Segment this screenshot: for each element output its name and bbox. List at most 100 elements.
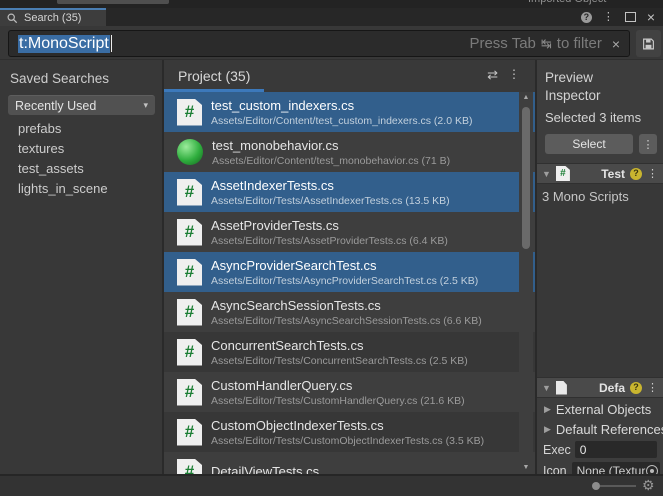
help-icon[interactable]: ? bbox=[581, 12, 592, 23]
saved-searches-sort-dropdown[interactable]: Recently Used ▾ bbox=[8, 95, 155, 115]
background-window-fragment bbox=[57, 0, 169, 4]
item-size-slider-handle[interactable] bbox=[592, 482, 600, 490]
script-icon: # bbox=[177, 179, 202, 206]
test-component-header[interactable]: ▼ # Test ? ⋮ bbox=[537, 163, 663, 184]
status-bar: ⚙ bbox=[0, 474, 663, 496]
results-scrollbar[interactable]: ▲ ▼ bbox=[519, 92, 533, 474]
default-references-header[interactable]: ▼ Defa ? ⋮ bbox=[537, 377, 663, 398]
search-icon bbox=[7, 13, 18, 24]
foldout-open-icon[interactable]: ▼ bbox=[542, 169, 551, 179]
saved-searches-title: Saved Searches bbox=[10, 71, 109, 86]
execution-order-row: Exec 0 bbox=[543, 441, 657, 458]
result-text: CustomHandlerQuery.cs Assets/Editor/Test… bbox=[211, 378, 465, 407]
result-row[interactable]: # AsyncProviderSearchTest.cs Assets/Edit… bbox=[164, 252, 535, 292]
result-name: test_custom_indexers.cs bbox=[211, 98, 472, 113]
result-name: CustomObjectIndexerTests.cs bbox=[211, 418, 484, 433]
window-menu-icon[interactable]: ⋮ bbox=[603, 12, 614, 23]
result-row[interactable]: # AsyncSearchSessionTests.cs Assets/Edit… bbox=[164, 292, 535, 332]
inspector-label: Inspector bbox=[545, 88, 601, 103]
save-search-button[interactable] bbox=[636, 30, 661, 57]
results-header[interactable]: Project (35) bbox=[178, 68, 250, 84]
foldout-label: External Objects bbox=[556, 402, 651, 417]
results-menu-icon[interactable]: ⋮ bbox=[508, 67, 520, 81]
result-name: test_monobehavior.cs bbox=[212, 138, 450, 153]
result-text: test_custom_indexers.cs Assets/Editor/Co… bbox=[211, 98, 472, 127]
test-header-title: Test bbox=[601, 167, 625, 181]
script-icon: # bbox=[177, 299, 202, 326]
select-row: Select ⋮ bbox=[545, 134, 657, 154]
result-path: Assets/Editor/Tests/CustomHandlerQuery.c… bbox=[211, 395, 465, 407]
clear-search-icon[interactable]: × bbox=[612, 37, 620, 51]
result-path: Assets/Editor/Tests/AssetProviderTests.c… bbox=[211, 235, 448, 247]
script-icon: # bbox=[177, 419, 202, 446]
mono-scripts-count: 3 Mono Scripts bbox=[542, 189, 629, 204]
saved-search-item[interactable]: prefabs bbox=[18, 121, 61, 136]
select-menu-icon[interactable]: ⋮ bbox=[639, 134, 657, 154]
result-name: ConcurrentSearchTests.cs bbox=[211, 338, 468, 353]
csharp-script-icon: # bbox=[556, 166, 570, 181]
item-size-slider-track[interactable] bbox=[600, 485, 636, 487]
help-badge-icon[interactable]: ? bbox=[630, 168, 642, 180]
result-path: Assets/Editor/Tests/AsyncSearchSessionTe… bbox=[211, 315, 482, 327]
help-badge-icon[interactable]: ? bbox=[630, 382, 642, 394]
select-button[interactable]: Select bbox=[545, 134, 633, 154]
default-references-foldout[interactable]: ▶ Default References bbox=[544, 422, 663, 437]
default-header-title: Defa bbox=[599, 381, 625, 395]
result-text: test_monobehavior.cs Assets/Editor/Conte… bbox=[212, 138, 450, 167]
refresh-icon[interactable]: ⇄ bbox=[487, 67, 498, 83]
save-icon bbox=[642, 37, 655, 51]
exec-order-field[interactable]: 0 bbox=[575, 441, 657, 458]
result-name: DetailViewTests.cs bbox=[211, 464, 319, 475]
result-name: AssetProviderTests.cs bbox=[211, 218, 448, 233]
close-icon[interactable]: × bbox=[647, 10, 655, 24]
preview-inspector-panel: Preview Inspector Selected 3 items Selec… bbox=[537, 60, 663, 474]
exec-label: Exec bbox=[543, 443, 571, 457]
result-path: Assets/Editor/Tests/AsyncProviderSearchT… bbox=[211, 275, 478, 287]
script-icon: # bbox=[177, 339, 202, 366]
search-toolbar: t:MonoScript Press Tab ↹ to filter × bbox=[0, 26, 663, 60]
test-component-body: 3 Mono Scripts bbox=[537, 184, 663, 377]
maximize-icon[interactable] bbox=[625, 12, 636, 22]
saved-search-item[interactable]: lights_in_scene bbox=[18, 181, 108, 196]
result-row[interactable]: # CustomHandlerQuery.cs Assets/Editor/Te… bbox=[164, 372, 535, 412]
tab-search[interactable]: Search (35) bbox=[0, 8, 106, 26]
search-hint-suffix: to filter bbox=[557, 35, 602, 52]
result-row[interactable]: # AssetIndexerTests.cs Assets/Editor/Tes… bbox=[164, 172, 535, 212]
external-objects-foldout[interactable]: ▶ External Objects bbox=[544, 402, 651, 417]
scrollbar-thumb[interactable] bbox=[522, 107, 530, 249]
window-tab-bar: Search (35) ? ⋮ × bbox=[0, 8, 663, 26]
result-row[interactable]: test_monobehavior.cs Assets/Editor/Conte… bbox=[164, 132, 535, 172]
tab-search-label: Search (35) bbox=[24, 12, 81, 24]
result-path: Assets/Editor/Content/test_custom_indexe… bbox=[211, 115, 472, 127]
gear-icon[interactable]: ⚙ bbox=[642, 477, 655, 494]
script-icon: # bbox=[177, 459, 202, 475]
saved-search-item[interactable]: test_assets bbox=[18, 161, 84, 176]
script-icon: # bbox=[177, 99, 202, 126]
result-row[interactable]: # CustomObjectIndexerTests.cs Assets/Edi… bbox=[164, 412, 535, 452]
result-name: AssetIndexerTests.cs bbox=[211, 178, 450, 193]
document-icon bbox=[556, 381, 567, 395]
component-menu-icon[interactable]: ⋮ bbox=[647, 167, 658, 180]
result-row[interactable]: # ConcurrentSearchTests.cs Assets/Editor… bbox=[164, 332, 535, 372]
selected-items-text: Selected 3 items bbox=[545, 110, 641, 125]
results-panel: Project (35) ⇄ ⋮ # test_custom_indexers.… bbox=[164, 60, 535, 474]
component-menu-icon[interactable]: ⋮ bbox=[647, 381, 658, 394]
preview-label: Preview bbox=[545, 70, 593, 85]
unity-search-window: Imported Object Search (35) ? ⋮ × t:Mono… bbox=[0, 0, 663, 496]
result-row[interactable]: # AssetProviderTests.cs Assets/Editor/Te… bbox=[164, 212, 535, 252]
saved-search-item[interactable]: textures bbox=[18, 141, 64, 156]
script-icon: # bbox=[177, 379, 202, 406]
result-path: Assets/Editor/Tests/AssetIndexerTests.cs… bbox=[211, 195, 450, 207]
result-row[interactable]: # DetailViewTests.cs bbox=[164, 452, 535, 474]
foldout-label: Default References bbox=[556, 422, 663, 437]
scroll-down-icon[interactable]: ▼ bbox=[519, 464, 533, 471]
search-query-selected-text: t:MonoScript bbox=[18, 35, 110, 53]
result-row[interactable]: # test_custom_indexers.cs Assets/Editor/… bbox=[164, 92, 535, 132]
result-path: Assets/Editor/Content/test_monobehavior.… bbox=[212, 155, 450, 167]
script-icon: # bbox=[177, 219, 202, 246]
sphere-icon bbox=[177, 139, 203, 165]
search-input[interactable]: t:MonoScript Press Tab ↹ to filter × bbox=[8, 30, 630, 57]
scroll-up-icon[interactable]: ▲ bbox=[519, 94, 533, 101]
foldout-open-icon[interactable]: ▼ bbox=[542, 383, 551, 393]
results-list: # test_custom_indexers.cs Assets/Editor/… bbox=[164, 92, 535, 474]
